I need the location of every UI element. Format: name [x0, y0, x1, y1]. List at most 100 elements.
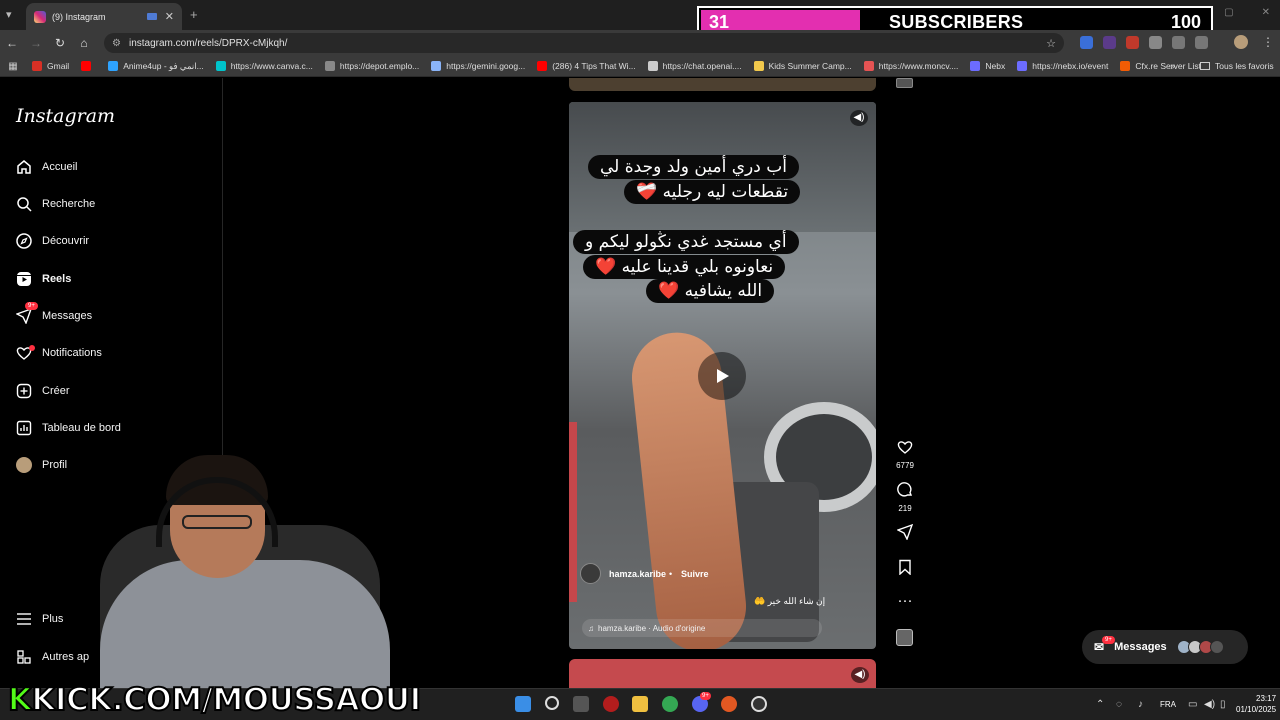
task-view-icon[interactable]: [573, 696, 589, 712]
nav-label: Messages: [42, 310, 93, 322]
nav-label: Découvrir: [42, 235, 90, 247]
bookmark-item[interactable]: Nebx: [964, 61, 1011, 72]
bookmark-favicon-icon: [537, 61, 548, 71]
home-icon: [16, 159, 32, 175]
play-icon: [717, 369, 729, 383]
extension-icon[interactable]: [1126, 36, 1139, 49]
tab-close-icon[interactable]: ✕: [165, 10, 174, 23]
follow-button[interactable]: Suivre: [681, 569, 709, 579]
tab-audio-icon[interactable]: [146, 13, 157, 20]
instagram-logo[interactable]: Instagram: [16, 105, 115, 127]
profile-avatar[interactable]: [1234, 35, 1248, 49]
app-icon[interactable]: [603, 696, 619, 712]
nav-label: Tableau de bord: [42, 422, 121, 434]
volume-icon[interactable]: ◀): [851, 667, 869, 683]
start-icon[interactable]: [515, 696, 531, 712]
all-bookmarks-button[interactable]: Tous les favoris: [1200, 61, 1274, 71]
nav-more[interactable]: Plus: [16, 609, 63, 629]
maximize-button[interactable]: ▢: [1224, 7, 1233, 18]
bookmark-item[interactable]: https://depot.emplo...: [319, 61, 425, 72]
reload-icon[interactable]: ↻: [48, 36, 72, 50]
media-icon[interactable]: [1195, 36, 1208, 49]
bookmark-item[interactable]: https://chat.openai....: [642, 61, 748, 72]
back-icon[interactable]: ←: [0, 36, 24, 50]
volume-icon[interactable]: ◀): [1204, 699, 1215, 710]
author-avatar[interactable]: [580, 563, 601, 584]
bookmark-star-icon[interactable]: ☆: [1046, 37, 1056, 50]
author-username[interactable]: hamza.karibe: [609, 569, 666, 579]
bookmark-item[interactable]: Cfx.re Server List: [1114, 61, 1207, 72]
audio-info[interactable]: ♫ hamza.karibe · Audio d'origine: [582, 619, 822, 637]
menu-icon[interactable]: ⋮: [1262, 35, 1274, 49]
like-button[interactable]: 6779: [890, 439, 920, 470]
microphone-icon[interactable]: ♪: [1138, 699, 1143, 710]
new-tab-button[interactable]: +: [190, 7, 198, 22]
home-icon[interactable]: ⌂: [72, 36, 96, 50]
clock[interactable]: 23:17 01/10/2025: [1236, 693, 1276, 715]
glasses: [182, 515, 252, 529]
search-icon[interactable]: [545, 696, 559, 710]
comment-count: 219: [898, 504, 912, 513]
bookmark-item[interactable]: Gmail: [26, 61, 75, 72]
nav-search[interactable]: Recherche: [16, 194, 95, 214]
chrome-icon[interactable]: [662, 696, 678, 712]
messages-pill[interactable]: ✉ 9+ Messages: [1082, 630, 1248, 664]
app-icon[interactable]: [721, 696, 737, 712]
bookmark-item[interactable]: https://www.moncv....: [858, 61, 965, 72]
bookmark-item[interactable]: (286) 4 Tips That Wi...: [531, 61, 641, 72]
volume-icon[interactable]: ◀): [850, 110, 868, 126]
language-indicator[interactable]: FRA: [1160, 700, 1176, 709]
nav-explore[interactable]: Découvrir: [16, 231, 89, 251]
display-icon[interactable]: ▭: [1188, 699, 1197, 710]
bookmark-item[interactable]: Anime4up - انمي فو...: [102, 61, 209, 72]
audio-thumbnail[interactable]: [896, 629, 913, 646]
messages-badge: 9+: [25, 302, 38, 310]
messages-badge: 9+: [1102, 636, 1115, 644]
bookmark-item[interactable]: https://nebx.io/event: [1011, 61, 1114, 72]
nav-messages[interactable]: 9+ Messages: [16, 302, 93, 326]
messages-icon: 9+: [16, 302, 38, 324]
bookmark-item[interactable]: Kids Summer Camp...: [748, 61, 858, 72]
nav-reels[interactable]: Reels: [16, 269, 71, 289]
tab-search-icon[interactable]: ▾: [6, 8, 20, 22]
tray-overflow-icon[interactable]: ⌃: [1096, 699, 1104, 710]
network-icon[interactable]: ◌: [1116, 699, 1122, 710]
obs-icon[interactable]: [751, 696, 767, 712]
nav-profile[interactable]: Profil: [16, 455, 67, 475]
bookmark-label: https://www.moncv....: [878, 61, 959, 71]
bookmark-favicon-icon: [215, 61, 226, 71]
more-options-button[interactable]: ···: [890, 593, 920, 609]
next-reel-preview[interactable]: [569, 659, 876, 689]
address-bar[interactable]: ⚙ instagram.com/reels/DPRX-cMjkqh/ ☆: [104, 33, 1064, 53]
browser-tab[interactable]: (9) Instagram ✕: [26, 3, 182, 30]
extension-icon[interactable]: [1080, 36, 1093, 49]
close-window-button[interactable]: ✕: [1262, 7, 1270, 18]
share-button[interactable]: [890, 523, 920, 544]
forward-icon[interactable]: →: [24, 36, 48, 50]
nav-home[interactable]: Accueil: [16, 157, 77, 177]
bookmark-item[interactable]: https://gemini.goog...: [425, 61, 531, 72]
extension-icon[interactable]: [1149, 36, 1162, 49]
save-button[interactable]: [890, 559, 920, 579]
bookmark-item[interactable]: [75, 61, 102, 72]
nav-notifications[interactable]: Notifications: [16, 343, 102, 363]
extension-icon[interactable]: [1103, 36, 1116, 49]
comment-button[interactable]: 219: [890, 482, 920, 513]
bookmark-favicon-icon: [1017, 61, 1028, 71]
extensions-puzzle-icon[interactable]: [1172, 36, 1185, 49]
previous-reel-preview[interactable]: [569, 78, 876, 91]
audio-thumbnail[interactable]: [896, 78, 913, 88]
nav-other-apps[interactable]: Autres ap: [16, 647, 89, 667]
battery-icon[interactable]: ▯: [1220, 699, 1226, 710]
bookmarks-overflow-icon[interactable]: »: [1170, 61, 1175, 71]
file-explorer-icon[interactable]: [632, 696, 648, 712]
tab-title: (9) Instagram: [52, 11, 106, 22]
kick-channel-text: KICK.COM/MOUSSAOUI: [31, 681, 423, 719]
play-button[interactable]: [698, 352, 746, 400]
site-info-icon[interactable]: ⚙: [112, 38, 121, 49]
bookmark-item[interactable]: https://www.canva.c...: [210, 61, 319, 72]
nav-create[interactable]: Créer: [16, 381, 70, 401]
bookmark-icon: [890, 559, 920, 579]
apps-icon[interactable]: ▦: [0, 61, 26, 72]
nav-dashboard[interactable]: Tableau de bord: [16, 418, 121, 438]
